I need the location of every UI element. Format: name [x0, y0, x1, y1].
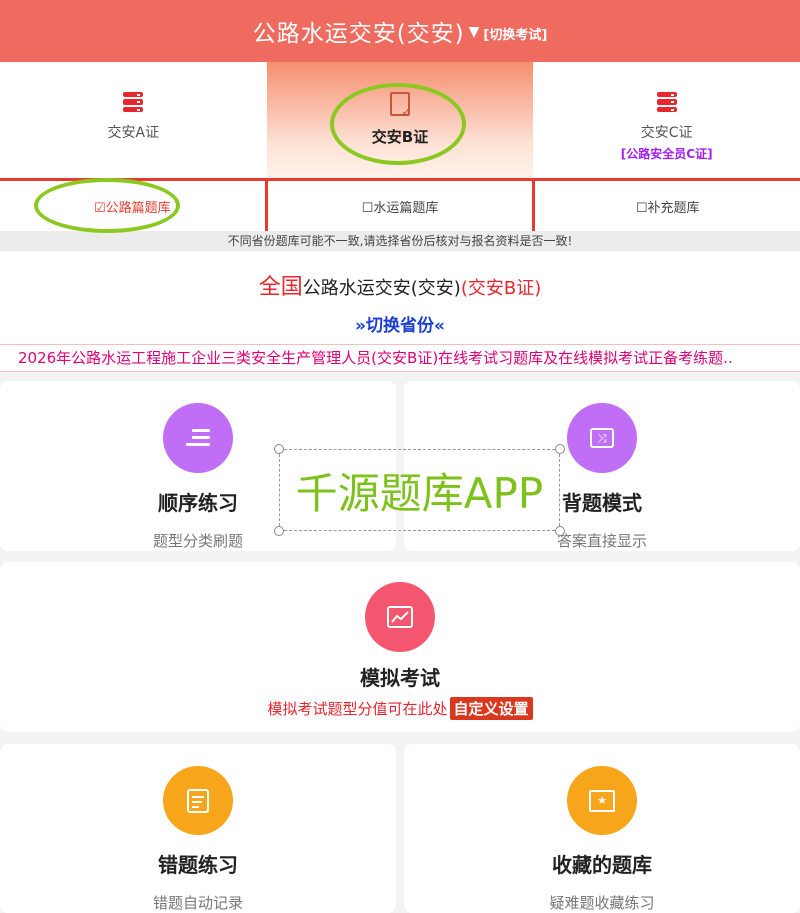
tab-waterway-bank[interactable]: ☐水运篇题库	[268, 181, 536, 231]
highlight-ring	[330, 83, 466, 165]
bookmark-board-icon: ★	[567, 766, 637, 835]
resize-handle	[274, 444, 284, 454]
database-icon	[123, 92, 144, 112]
tab-cert-a[interactable]: 交安A证	[0, 62, 267, 178]
exam-title: 公路水运交安(交安)	[252, 21, 465, 47]
notice-text: 不同省份题库可能不一致,请选择省份后核对与报名资料是否一致!	[0, 231, 800, 251]
province-block: 全国公路水运交安(交安)(交安B证) »切换省份«	[0, 251, 800, 344]
chart-icon	[365, 582, 435, 652]
watermark-text: 千源题库APP	[279, 449, 560, 531]
card-desc: 答案直接显示	[556, 532, 647, 550]
province-line: 全国公路水运交安(交安)(交安B证)	[0, 269, 800, 301]
tab-cert-c[interactable]: 交安C证 [公路安全员C证]	[533, 62, 800, 178]
resize-handle	[274, 526, 284, 536]
card-desc: 错题自动记录	[152, 894, 243, 912]
database-icon	[656, 92, 677, 112]
custom-settings-button[interactable]: 自定义设置	[449, 697, 533, 720]
mock-note-text: 模拟考试题型分值可在此处	[267, 700, 448, 718]
card-title: 收藏的题库	[552, 853, 652, 877]
card-desc: 疑难题收藏练习	[549, 894, 655, 912]
tab-supplement-bank[interactable]: ☐补充题库	[535, 181, 800, 231]
cert-sublabel: [公路安全员C证]	[620, 147, 713, 161]
favorites-card[interactable]: ★ 收藏的题库 疑难题收藏练习	[404, 744, 800, 913]
edit-icon	[163, 766, 233, 835]
cert-label: 交安C证	[640, 125, 693, 141]
card-title: 错题练习	[158, 853, 238, 877]
switch-province-link[interactable]: »切换省份«	[0, 311, 800, 336]
list-icon	[163, 403, 233, 473]
resize-handle	[555, 526, 565, 536]
scrolling-banner: 2026年公路水运工程施工企业三类安全生产管理人员(交安B证)在线考试习题库及在…	[0, 344, 800, 372]
province-region: 全国	[258, 275, 303, 300]
card-desc: 题型分类刷题	[152, 532, 243, 550]
app-header: 公路水运交安(交安) ▼ [切换考试]	[0, 0, 800, 62]
card-title: 背题模式	[562, 491, 642, 515]
cert-label: 交安A证	[107, 125, 160, 141]
resize-handle	[555, 444, 565, 454]
switch-exam-link[interactable]: [切换考试]	[483, 24, 547, 43]
mock-note: 模拟考试题型分值可在此处 自定义设置	[267, 697, 533, 720]
card-title: 模拟考试	[360, 666, 440, 690]
wrong-practice-card[interactable]: 错题练习 错题自动记录	[0, 744, 396, 913]
mock-exam-card[interactable]: 模拟考试 模拟考试题型分值可在此处 自定义设置	[0, 562, 800, 732]
chevron-down-icon[interactable]: ▼	[469, 24, 480, 40]
highlight-ring	[34, 178, 180, 233]
province-exam: 公路水运交安(交安)	[302, 278, 461, 299]
shuffle-icon: ⤨	[567, 403, 637, 473]
card-title: 顺序练习	[158, 491, 238, 515]
province-cert: (交安B证)	[460, 278, 542, 299]
